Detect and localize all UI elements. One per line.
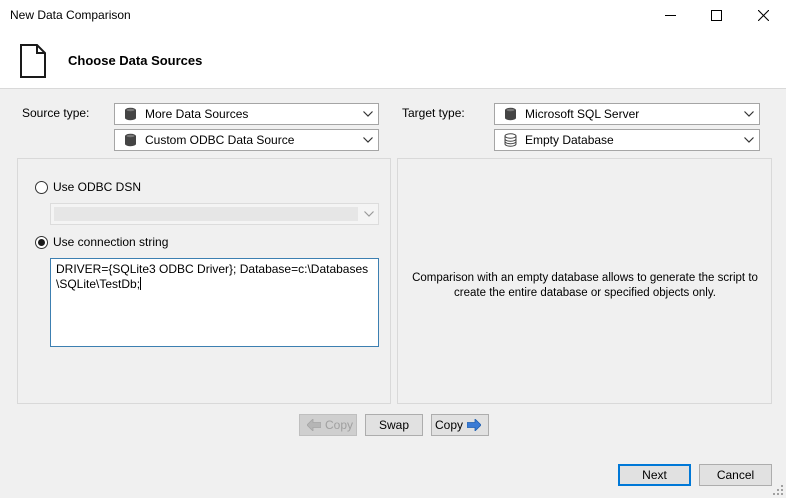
window-title: New Data Comparison bbox=[10, 8, 131, 22]
copy-to-source-button[interactable]: Copy bbox=[299, 414, 357, 436]
wizard-header: Choose Data Sources bbox=[0, 31, 786, 89]
source-type-label: Source type: bbox=[22, 106, 90, 120]
page-title: Choose Data Sources bbox=[68, 53, 203, 68]
next-label: Next bbox=[642, 468, 667, 482]
chevron-down-icon bbox=[364, 208, 374, 223]
source-type-value: More Data Sources bbox=[145, 107, 249, 121]
copy-to-target-label: Copy bbox=[434, 418, 463, 432]
target-type-select[interactable]: Microsoft SQL Server bbox=[494, 103, 760, 125]
odbc-dsn-select[interactable] bbox=[50, 203, 379, 225]
copy-to-target-button[interactable]: Copy bbox=[431, 414, 489, 436]
copy-to-source-label: Copy bbox=[324, 418, 353, 432]
next-button[interactable]: Next bbox=[618, 464, 691, 486]
radio-unselected-icon bbox=[35, 180, 48, 194]
target-subtype-value: Empty Database bbox=[525, 133, 614, 147]
target-subtype-select[interactable]: Empty Database bbox=[494, 129, 760, 151]
empty-database-icon bbox=[504, 133, 517, 147]
minimize-icon bbox=[664, 15, 676, 16]
database-icon bbox=[124, 107, 137, 121]
resize-grip-icon[interactable] bbox=[773, 485, 783, 495]
source-type-select[interactable]: More Data Sources bbox=[114, 103, 379, 125]
minimize-button[interactable] bbox=[647, 0, 693, 31]
maximize-button[interactable] bbox=[693, 0, 739, 31]
source-subtype-select[interactable]: Custom ODBC Data Source bbox=[114, 129, 379, 151]
chevron-down-icon bbox=[739, 111, 759, 117]
arrow-right-icon bbox=[467, 419, 481, 431]
radio-selected-icon bbox=[35, 235, 48, 249]
database-icon bbox=[124, 133, 137, 147]
use-connection-string-label: Use connection string bbox=[53, 235, 169, 249]
swap-button[interactable]: Swap bbox=[365, 414, 423, 436]
target-type-value: Microsoft SQL Server bbox=[525, 107, 640, 121]
connection-string-text: DRIVER={SQLite3 ODBC Driver}; Database=c… bbox=[56, 262, 369, 291]
odbc-dsn-value bbox=[54, 207, 358, 221]
text-caret bbox=[140, 277, 142, 290]
close-button[interactable] bbox=[740, 0, 786, 31]
chevron-down-icon bbox=[358, 111, 378, 117]
target-type-label: Target type: bbox=[402, 106, 465, 120]
chevron-down-icon bbox=[739, 137, 759, 143]
title-bar: New Data Comparison bbox=[0, 0, 786, 31]
close-icon bbox=[757, 10, 769, 21]
document-icon bbox=[20, 44, 46, 78]
use-connection-string-radio[interactable]: Use connection string bbox=[35, 235, 168, 249]
cancel-label: Cancel bbox=[716, 468, 755, 482]
arrow-left-icon bbox=[306, 419, 321, 431]
source-subtype-value: Custom ODBC Data Source bbox=[145, 133, 295, 147]
empty-database-info-text: Comparison with an empty database allows… bbox=[412, 272, 758, 299]
chevron-down-icon bbox=[358, 137, 378, 143]
connection-string-input[interactable]: DRIVER={SQLite3 ODBC Driver}; Database=c… bbox=[50, 258, 379, 347]
database-icon bbox=[504, 107, 517, 121]
swap-label: Swap bbox=[378, 418, 410, 432]
use-odbc-dsn-radio[interactable]: Use ODBC DSN bbox=[35, 180, 141, 194]
maximize-icon bbox=[710, 10, 722, 21]
cancel-button[interactable]: Cancel bbox=[699, 464, 772, 486]
use-odbc-dsn-label: Use ODBC DSN bbox=[53, 180, 142, 194]
